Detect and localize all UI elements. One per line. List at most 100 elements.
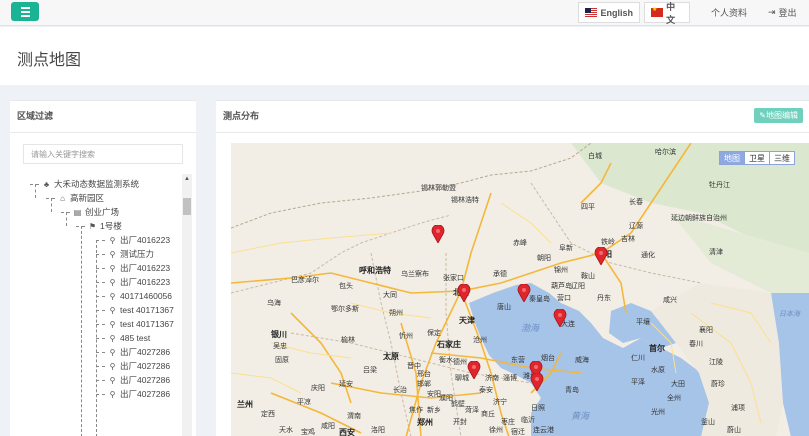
tree-node-label: 1号楼	[100, 221, 122, 231]
city-label: 春川	[689, 341, 703, 348]
flag-icon: ⚑	[88, 221, 97, 231]
city-label: 哈尔滨	[655, 149, 676, 156]
tree-node-sensor[interactable]: ⚲ 出厂4027286	[96, 373, 170, 387]
city-label: 鹤壁	[451, 401, 465, 408]
tree-node-park[interactable]: ⌂ 高新园区	[46, 191, 104, 205]
map-marker-pin[interactable]	[530, 373, 544, 391]
tree-node-label: 出厂4027286	[120, 375, 171, 385]
map-marker-icon: ⚲	[109, 361, 116, 371]
language-english-button[interactable]: English	[578, 2, 640, 23]
city-label: 东营	[511, 357, 525, 364]
city-label: 蔚山	[727, 427, 741, 434]
city-label: 宝鸡	[301, 429, 315, 436]
city-label: 固原	[275, 357, 289, 364]
tree-node-sensor[interactable]: ⚲ 出厂4027286	[96, 345, 170, 359]
map-type-normal-button[interactable]: 地图	[719, 151, 745, 165]
city-label: 沧州	[473, 337, 487, 344]
tree-node-label: test 40171367	[120, 319, 174, 329]
map-edit-label: 地图编辑	[766, 111, 798, 120]
city-label: 洛阳	[371, 427, 385, 434]
tree-node-sensor[interactable]: ⚲ 出厂4016223	[96, 275, 170, 289]
scrollbar-thumb[interactable]	[183, 198, 191, 215]
map-marker-icon: ⚲	[109, 333, 116, 343]
tree-scrollbar[interactable]: ▲	[182, 174, 192, 436]
city-label: 平泽	[631, 379, 645, 386]
logout-label: 登出	[778, 8, 797, 18]
city-label: 济宁	[493, 399, 507, 406]
city-label: 承德	[493, 271, 507, 278]
city-label: 四平	[581, 204, 595, 211]
city-label: 西安	[339, 428, 355, 436]
map-edit-button[interactable]: ✎ 地图编辑	[754, 108, 803, 123]
sea-label: 黄海	[571, 411, 590, 421]
city-label: 吕梁	[363, 367, 377, 374]
tree-node-label: 40171460056	[120, 291, 173, 301]
tree-node-sensor[interactable]: ⚲ 出厂4027286	[96, 359, 170, 373]
city-label: 淄博	[503, 375, 517, 382]
city-label: 菏泽	[465, 407, 479, 414]
tree-node-sensor[interactable]: ⚲ 485 test	[96, 331, 150, 345]
city-label: 长春	[629, 199, 643, 206]
profile-link[interactable]: 个人资料	[711, 6, 747, 19]
map-marker-icon: ⚲	[109, 319, 116, 329]
tree-node-sensor[interactable]: ⚲ test 40171367	[96, 317, 174, 331]
city-label: 呼和浩特	[359, 266, 391, 275]
language-english-label: English	[600, 7, 633, 18]
map-marker-icon: ⚲	[109, 263, 116, 273]
map-marker-icon: ⚲	[109, 235, 116, 245]
map-panel-header: 测点分布 ✎ 地图编辑	[216, 101, 809, 133]
map-marker-pin[interactable]	[517, 284, 531, 302]
map-marker-pin[interactable]	[594, 247, 608, 265]
city-label: 辽阳	[571, 283, 585, 290]
tree-node-label: 创业广场	[85, 207, 120, 217]
tree-search-input[interactable]	[23, 144, 183, 164]
map-type-satellite-button[interactable]: 卫星	[744, 151, 770, 165]
china-flag-icon	[651, 6, 664, 17]
map-type-3d-button[interactable]: 三维	[769, 151, 795, 165]
city-label: 朝阳	[537, 255, 551, 262]
tree-node-root[interactable]: ♣ 大禾动态数据监测系统	[30, 177, 139, 191]
map-panel-title: 测点分布	[223, 111, 260, 121]
city-label: 兰州	[237, 400, 253, 409]
tree-node-label: 485 test	[120, 333, 151, 343]
tree-node-sensor[interactable]: ⚲ 出厂4016223	[96, 261, 170, 275]
city-label: 延边朝鲜族自治州	[671, 215, 727, 222]
map-marker-pin[interactable]	[553, 309, 567, 327]
city-label: 鄂尔多斯	[331, 306, 359, 313]
city-label: 铁岭	[601, 239, 615, 246]
map-marker-icon: ⚲	[109, 291, 116, 301]
tree-node-sensor[interactable]: ⚲ test 40171367	[96, 303, 174, 317]
map-marker-pin[interactable]	[431, 225, 445, 243]
city-label: 威海	[575, 357, 589, 364]
sea-label: 渤海	[521, 323, 540, 333]
area-filter-title: 区域过滤	[10, 101, 196, 133]
city-label: 浦项	[731, 405, 745, 412]
sensor-map[interactable]: 地图 卫星 三维 渤海 黄海 哈尔滨 白城 牡丹江 锡林郭勒盟 锡林浩特 长春 …	[231, 143, 809, 436]
city-label: 邯郸	[417, 381, 431, 388]
tree-node-label: 高新园区	[70, 193, 105, 203]
city-label: 渭南	[347, 413, 361, 420]
menu-toggle-button[interactable]	[11, 2, 39, 21]
logout-link[interactable]: ⇥ 登出	[768, 6, 797, 19]
map-marker-pin[interactable]	[467, 361, 481, 379]
map-panel: 测点分布 ✎ 地图编辑 地图 卫星 三维 渤海 黄海 哈尔滨 白城 牡丹江 锡林…	[216, 100, 809, 436]
tree-node-sensor[interactable]: ⚲ 出厂4027286	[96, 387, 170, 401]
tree-node-building[interactable]: ⚑ 1号楼	[76, 219, 122, 233]
tree-node-label: 出厂4027286	[120, 389, 171, 399]
city-label: 乌兰察布	[401, 271, 429, 278]
city-label: 济南	[485, 375, 499, 382]
tree-node-sensor[interactable]: ⚲ 40171460056	[96, 289, 172, 303]
scroll-up-arrow-icon[interactable]: ▲	[182, 174, 192, 184]
page-title: 测点地图	[17, 52, 82, 69]
city-label: 延安	[339, 381, 353, 388]
tree-node-sensor[interactable]: ⚲ 测试压力	[96, 247, 154, 261]
language-chinese-button[interactable]: 中文	[644, 2, 690, 25]
city-label: 葫芦岛	[551, 283, 572, 290]
edit-icon: ✎	[759, 111, 766, 120]
city-label: 吉林	[621, 236, 635, 243]
map-marker-pin[interactable]	[457, 284, 471, 302]
tree-node-sensor[interactable]: ⚲ 出厂4016223	[96, 233, 170, 247]
city-label: 咸阳	[321, 423, 335, 430]
city-label: 平凉	[297, 399, 311, 406]
tree-node-square[interactable]: ▤ 创业广场	[61, 205, 119, 219]
